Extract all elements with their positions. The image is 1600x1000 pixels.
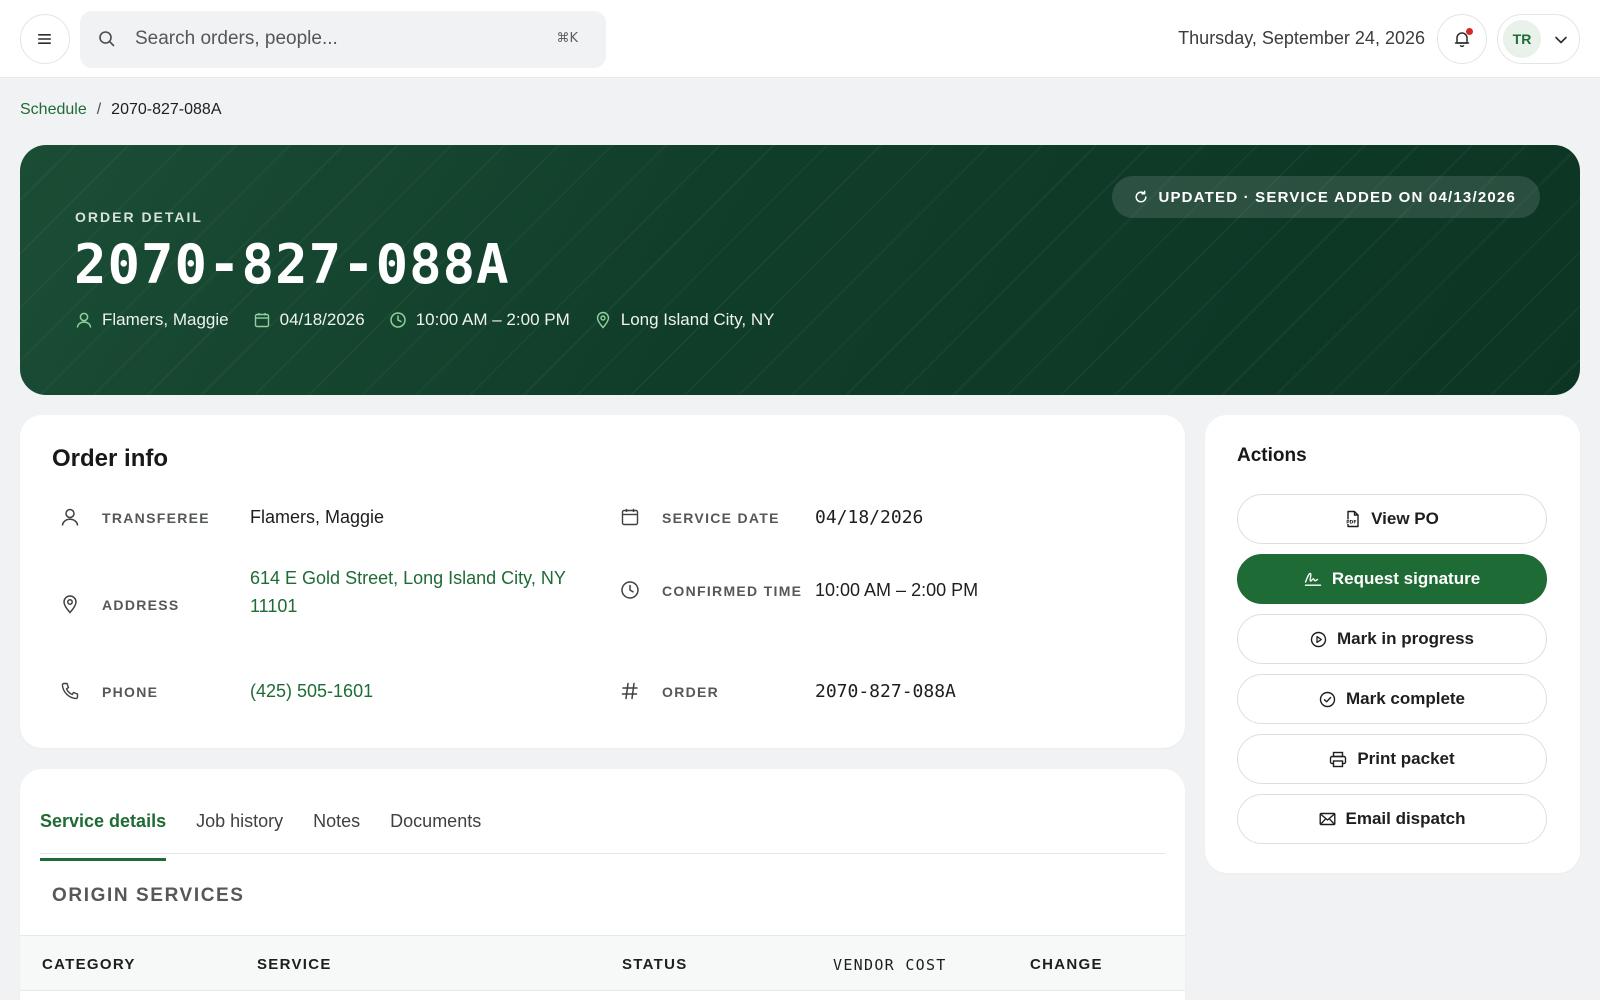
notification-dot (1466, 28, 1473, 35)
map-pin-icon (596, 311, 609, 329)
view-po-label: View PO (1371, 509, 1439, 528)
breadcrumb-schedule-link[interactable]: Schedule (20, 101, 87, 119)
user-icon (61, 508, 79, 526)
clock-icon (621, 581, 639, 599)
confirmed-time-value: 10:00 AM – 2:00 PM (815, 580, 979, 600)
mark-complete-label: Mark complete (1345, 689, 1466, 708)
printer-icon (1330, 751, 1347, 767)
print-packet-button[interactable]: Print packet (1237, 734, 1547, 784)
actions-title: Actions (1237, 445, 1307, 466)
calendar-icon (621, 508, 639, 526)
check-circle-icon (1319, 691, 1336, 707)
phone-label: PHONE (102, 684, 159, 700)
confirmed-time-label: CONFIRMED TIME (662, 583, 803, 599)
mark-complete-button[interactable]: Mark complete (1237, 674, 1547, 724)
column-header-change[interactable]: CHANGE (1030, 956, 1103, 973)
transferee-value: Flamers, Maggie (250, 507, 385, 527)
search-input[interactable] (135, 21, 535, 57)
mark-in-progress-button[interactable]: Mark in progress (1237, 614, 1547, 664)
breadcrumb-separator: / (96, 101, 102, 118)
hero-meta: Flamers, Maggie 04/18/2026 10:00 AM – 2:… (75, 310, 774, 330)
play-circle-icon (1310, 631, 1327, 647)
column-header-status[interactable]: STATUS (622, 956, 688, 973)
view-po-button[interactable]: PDF View PO (1237, 494, 1547, 544)
hero-eyebrow: ORDER DETAIL (75, 209, 203, 225)
signature-icon (1304, 572, 1322, 586)
hero-location-text: Long Island City, NY (620, 310, 775, 329)
hero-time-text: 10:00 AM – 2:00 PM (415, 310, 570, 329)
hero-order-number: 2070-827-088A (74, 233, 510, 296)
user-menu[interactable]: TR (1497, 14, 1580, 64)
chevron-down-icon (1555, 36, 1567, 44)
svg-text:PDF: PDF (1346, 519, 1356, 525)
hero-meta-location: Long Island City, NY (594, 310, 775, 330)
email-dispatch-button[interactable]: Email dispatch (1237, 794, 1547, 844)
order-hero-banner: ORDER DETAIL 2070-827-088A Flamers, Magg… (20, 145, 1580, 395)
column-header-category[interactable]: CATEGORY (42, 956, 136, 973)
service-tabs-card: Service details Job history Notes Docume… (20, 769, 1185, 1000)
services-table-header: CATEGORY SERVICE STATUS VENDOR COST CHAN… (20, 935, 1185, 991)
hamburger-icon (38, 34, 51, 44)
hero-meta-date: 04/18/2026 (253, 310, 365, 330)
hero-meta-person: Flamers, Maggie (75, 310, 229, 330)
search-shortcut-hint: ⌘K (556, 31, 578, 46)
order-info-title: Order info (52, 445, 169, 472)
avatar: TR (1503, 20, 1541, 58)
column-header-vendor-cost[interactable]: VENDOR COST (833, 956, 947, 974)
column-header-service[interactable]: SERVICE (257, 956, 332, 973)
service-date-label: SERVICE DATE (662, 510, 780, 526)
service-date-value: 04/18/2026 (815, 507, 924, 528)
top-bar: ⌘K Thursday, September 24, 2026 TR (0, 0, 1600, 78)
calendar-icon (254, 313, 269, 328)
email-dispatch-label: Email dispatch (1345, 809, 1466, 828)
user-icon (76, 312, 92, 328)
hero-meta-time: 10:00 AM – 2:00 PM (389, 310, 570, 330)
request-signature-button[interactable]: Request signature (1237, 554, 1547, 604)
clock-icon (389, 312, 406, 328)
mark-in-progress-label: Mark in progress (1337, 629, 1474, 648)
hero-date-text: 04/18/2026 (279, 310, 365, 329)
updated-status-text: UPDATED · SERVICE ADDED ON 04/13/2026 (1158, 188, 1516, 206)
updated-status-badge: UPDATED · SERVICE ADDED ON 04/13/2026 (1112, 176, 1540, 218)
hero-person-text: Flamers, Maggie (102, 310, 229, 329)
menu-button[interactable] (20, 14, 70, 64)
order-number-label: ORDER (662, 684, 720, 700)
phone-link[interactable]: (425) 505-1601 (250, 681, 373, 702)
search-bar[interactable]: ⌘K (80, 11, 606, 68)
origin-services-title: ORIGIN SERVICES (52, 885, 245, 906)
order-number-value: 2070-827-088A (815, 681, 956, 702)
notifications-button[interactable] (1437, 14, 1487, 64)
pdf-file-icon: PDF (1346, 510, 1359, 528)
transferee-label: TRANSFEREE (102, 510, 210, 526)
refresh-icon (1135, 190, 1147, 203)
tab-divider (40, 853, 1165, 854)
search-icon (99, 31, 115, 47)
address-label: ADDRESS (102, 597, 180, 613)
address-link[interactable]: 614 E Gold Street, Long Island City, NY … (250, 564, 580, 620)
map-pin-icon (63, 595, 77, 614)
breadcrumb: Schedule / 2070-827-088A (20, 101, 221, 119)
hash-icon (621, 682, 638, 700)
phone-icon (61, 682, 79, 700)
current-date: Thursday, September 24, 2026 (1178, 28, 1425, 48)
request-signature-label: Request signature (1331, 569, 1481, 588)
actions-card: Actions PDF View PO Request signature Ma… (1205, 415, 1580, 873)
mail-icon (1319, 812, 1336, 826)
order-info-card: Order info TRANSFEREE Flamers, Maggie AD… (20, 415, 1185, 748)
breadcrumb-current: 2070-827-088A (111, 101, 222, 118)
print-packet-label: Print packet (1357, 749, 1455, 768)
